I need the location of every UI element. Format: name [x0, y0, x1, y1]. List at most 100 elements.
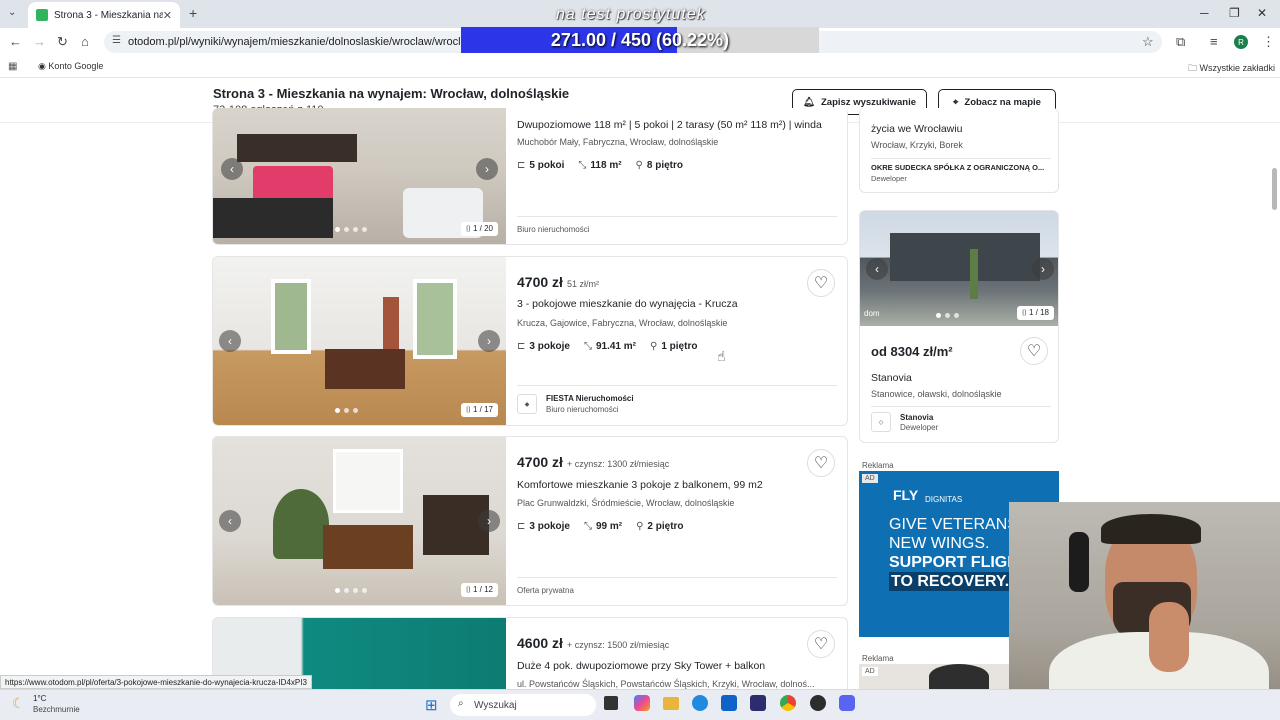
- listing-address: ul. Powstańców Śląskich, Powstańców Śląs…: [517, 679, 815, 689]
- rooms: ⊏ 3 pokoje: [517, 341, 570, 352]
- developer-role: Deweloper: [900, 423, 939, 432]
- photo-next-icon[interactable]: ›: [1032, 257, 1054, 280]
- home-icon[interactable]: ⌂: [81, 34, 89, 49]
- search-placeholder: Wyszukaj: [474, 699, 517, 711]
- media-icon[interactable]: ≡: [1210, 34, 1218, 49]
- bookmark-star-icon[interactable]: ☆: [1142, 34, 1154, 50]
- photo-prev-icon[interactable]: ‹: [219, 510, 241, 532]
- favorite-heart-icon[interactable]: ♡: [807, 269, 835, 297]
- developer-role: Deweloper: [871, 174, 907, 183]
- close-tab-icon[interactable]: ✕: [163, 9, 172, 22]
- site-info-icon[interactable]: ☰: [112, 35, 121, 46]
- photo-counter: ⌷ 1 / 18: [1016, 306, 1054, 320]
- photo-counter: ⌷ 1 / 20: [460, 222, 498, 236]
- webcam-overlay: [1009, 502, 1280, 720]
- investment-photo[interactable]: ‹ › dom ⌷ 1 / 18: [860, 211, 1058, 326]
- all-bookmarks-button[interactable]: 🗀 Wszystkie zakładki: [1188, 61, 1275, 77]
- photo-watermark: dom: [864, 309, 880, 318]
- sidebar-investment-card[interactable]: życia we Wrocławiu Wrocław, Krzyki, Bore…: [859, 108, 1059, 193]
- camera-icon: ⌷: [1021, 308, 1027, 317]
- weather-moon-icon[interactable]: ☾: [12, 695, 25, 712]
- listing-address: Muchobór Mały, Fabryczna, Wrocław, dolno…: [517, 137, 719, 147]
- floor: ⚲ 8 piętro: [636, 160, 683, 171]
- price-value: 4700 zł: [517, 454, 563, 470]
- photo-count: 1 / 18: [1028, 308, 1049, 317]
- photo-next-icon[interactable]: ›: [478, 510, 500, 532]
- bed-icon: ⊏: [517, 160, 526, 171]
- google-account-bookmark[interactable]: ◉ Konto Google: [38, 61, 103, 72]
- new-tab-icon[interactable]: +: [189, 5, 197, 21]
- photo-next-icon[interactable]: ›: [478, 330, 500, 352]
- close-window-icon[interactable]: ✕: [1257, 6, 1267, 20]
- chrome-icon[interactable]: [780, 695, 796, 711]
- rooms-value: 3 pokoje: [529, 341, 570, 352]
- browser-tab[interactable]: Strona 3 - Mieszkania na wynajem ✕: [28, 2, 180, 28]
- divider: [871, 158, 1051, 159]
- photo-prev-icon[interactable]: ‹: [219, 330, 241, 352]
- ad-line: SUPPORT FLIGH: [889, 554, 1019, 571]
- ad-line: GIVE VETERANS: [889, 516, 1018, 533]
- listing-photo[interactable]: ‹ › ⌷ 1 / 12: [213, 437, 506, 605]
- favorite-heart-icon[interactable]: ♡: [1020, 337, 1048, 365]
- favorite-heart-icon[interactable]: ♡: [807, 630, 835, 658]
- photo-count: 1 / 17: [472, 405, 493, 414]
- hand-cursor-icon: ☝︎: [717, 348, 726, 364]
- windows-start-icon[interactable]: ⊞: [425, 696, 438, 714]
- sidebar-investment-card[interactable]: ‹ › dom ⌷ 1 / 18 od 8304 zł/m² ♡ Stanovi…: [859, 210, 1059, 443]
- maximize-icon[interactable]: ❐: [1229, 6, 1240, 20]
- file-explorer-icon[interactable]: [663, 697, 679, 710]
- investment-name: Stanovia: [871, 372, 912, 384]
- photo-prev-icon[interactable]: ‹: [866, 257, 888, 280]
- listing-card[interactable]: ‹ › ⌷ 1 / 17 4700 zł 51 zł/m² ♡ 3 - pokoj…: [212, 256, 848, 426]
- extensions-icon[interactable]: ⧉: [1176, 34, 1185, 50]
- forward-icon[interactable]: →: [33, 34, 46, 49]
- ad-line: NEW WINGS.: [889, 535, 990, 552]
- bed-icon: ⊏: [517, 341, 526, 352]
- ad-brand-fly: FLY: [893, 487, 919, 503]
- back-icon[interactable]: ←: [9, 34, 22, 49]
- copilot-icon[interactable]: [634, 695, 650, 711]
- tab-list-icon[interactable]: ⌄: [8, 7, 16, 18]
- taskbar-search[interactable]: ⌕ Wyszukaj: [450, 694, 596, 716]
- edge-icon[interactable]: [692, 695, 708, 711]
- divider: [517, 577, 837, 578]
- discord-icon[interactable]: [839, 695, 855, 711]
- page-scrollbar-thumb[interactable]: [1272, 168, 1277, 210]
- listing-photo[interactable]: ‹ › ⌷ 1 / 17: [213, 257, 506, 425]
- task-view-icon[interactable]: [604, 696, 618, 710]
- photo-next-icon[interactable]: ›: [476, 158, 498, 180]
- stream-progress-bar: 271.00 / 450 (60.22%): [461, 27, 819, 53]
- profile-avatar[interactable]: R: [1234, 35, 1248, 49]
- seller-name[interactable]: FIESTA Nieruchomości: [546, 394, 634, 403]
- listing-title[interactable]: 3 - pokojowe mieszkanie do wynajęcia - K…: [517, 298, 738, 310]
- investment-title: życia we Wrocławiu: [871, 123, 963, 135]
- apps-icon[interactable]: ▦: [8, 61, 17, 72]
- listing-title[interactable]: Dwupoziomowe 118 m² | 5 pokoi | 2 tarasy…: [517, 119, 822, 131]
- store-icon[interactable]: [750, 695, 766, 711]
- favorite-heart-icon[interactable]: ♡: [807, 449, 835, 477]
- stream-progress-text: 271.00 / 450 (60.22%): [550, 30, 730, 50]
- otodom-favicon-icon: [36, 9, 48, 21]
- rooms-value: 5 pokoi: [529, 160, 565, 171]
- reload-icon[interactable]: ↻: [57, 34, 68, 50]
- listing-card[interactable]: ‹ › ⌷ 1 / 12 4700 zł + czynsz: 1300 zł/mi…: [212, 436, 848, 606]
- listing-specs: ⊏ 3 pokoje ⤡ 91.41 m² ⚲ 1 piętro: [517, 341, 697, 352]
- menu-icon[interactable]: ⋮: [1262, 34, 1275, 50]
- listing-photo[interactable]: ‹ › ⌷ 1 / 20: [213, 108, 506, 244]
- stairs-icon: ⚲: [650, 341, 658, 352]
- floor: ⚲ 2 piętro: [636, 521, 683, 532]
- minimize-icon[interactable]: ─: [1200, 6, 1209, 20]
- photo-dots: [335, 408, 358, 413]
- rent-note: + czynsz: 1500 zł/miesiąc: [566, 640, 670, 650]
- listing-title[interactable]: Komfortowe mieszkanie 3 pokoje z balkone…: [517, 479, 763, 491]
- listing-card[interactable]: ‹ › ⌷ 1 / 20 Dwupoziomowe 118 m² | 5 pok…: [212, 108, 848, 245]
- search-icon: ⌕: [458, 698, 464, 709]
- globe-icon: ◉: [38, 61, 46, 71]
- price-value: 4600 zł: [517, 635, 563, 651]
- listing-title[interactable]: Duże 4 pok. dwupoziomowe przy Sky Tower …: [517, 660, 765, 672]
- outlook-icon[interactable]: [721, 695, 737, 711]
- area: ⤡ 118 m²: [578, 160, 621, 171]
- area-value: 118 m²: [590, 160, 622, 171]
- photo-prev-icon[interactable]: ‹: [221, 158, 243, 180]
- obs-icon[interactable]: [810, 695, 826, 711]
